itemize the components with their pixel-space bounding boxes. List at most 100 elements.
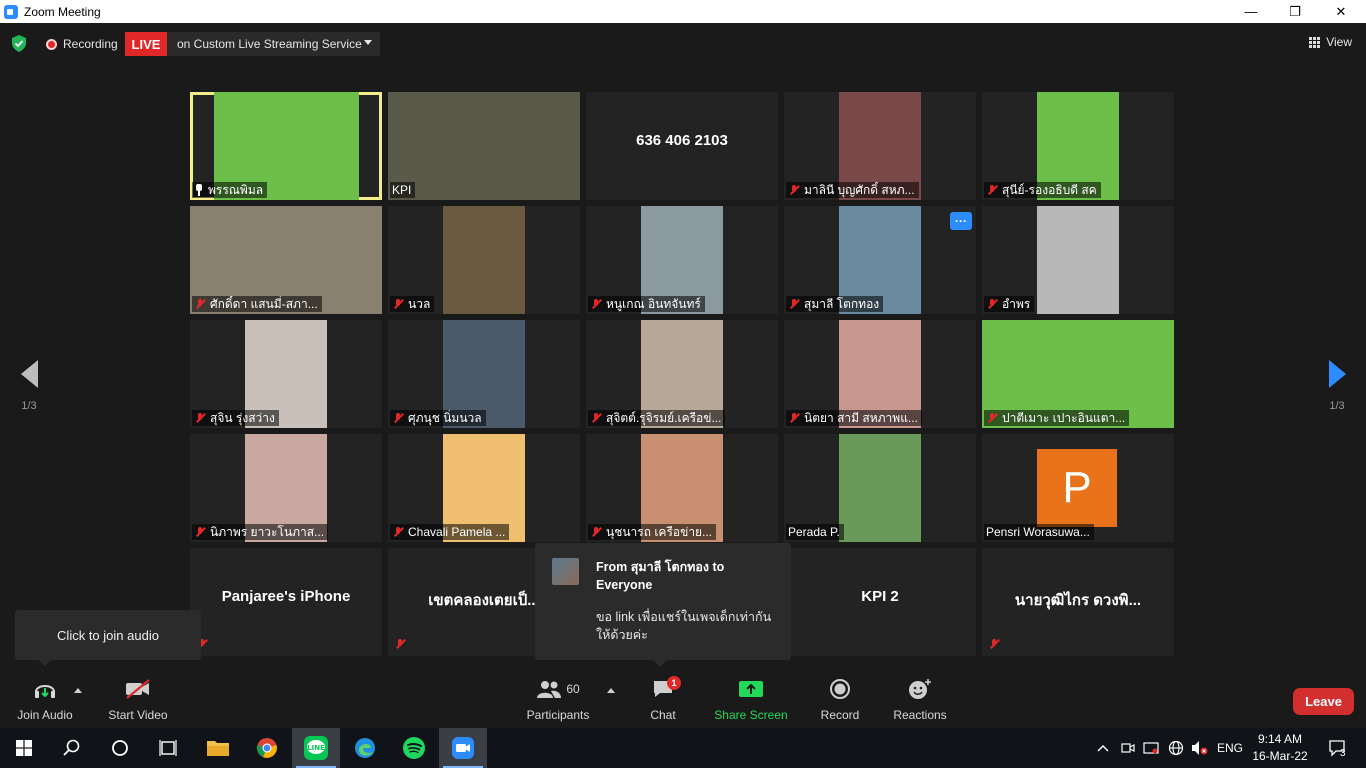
participant-tile[interactable]: นวล [388, 206, 580, 314]
join-audio-button[interactable]: Join Audio [10, 676, 80, 726]
participant-tile[interactable]: หนูเกณ อินทจันทร์ [586, 206, 778, 314]
participant-name-label: สุจิตต์.รุจิรมย์.เครือข่... [588, 410, 726, 426]
language-indicator[interactable]: ENG [1214, 728, 1246, 768]
mic-muted-icon [986, 298, 998, 310]
line-app-icon[interactable]: LINE [292, 728, 340, 768]
view-button[interactable]: View [1309, 35, 1352, 49]
participant-name: ศุภนุช นิ่มนวล [408, 410, 482, 425]
mic-muted-icon [392, 298, 404, 310]
mic-muted-icon [986, 184, 998, 196]
participant-tile[interactable]: นายวุฒิไกร ดวงพิ... [982, 548, 1174, 656]
participant-tile[interactable]: ศุภนุช นิ่มนวล [388, 320, 580, 428]
mic-muted-icon [590, 526, 602, 538]
participant-name: Pensri Worasuwa... [986, 525, 1090, 539]
participant-tile[interactable]: สุนีย์-รองอธิบดี สค [982, 92, 1174, 200]
participant-tile[interactable]: Chavali Pamela ... [388, 434, 580, 542]
video-feed [839, 434, 921, 542]
headphones-icon [10, 676, 80, 702]
volume-muted-icon[interactable] [1190, 728, 1210, 768]
cortana-icon[interactable] [96, 728, 144, 768]
participant-tile[interactable]: นิตยา สามี สหภาพแ... [784, 320, 976, 428]
title-bar: Zoom Meeting — ❐ ✕ [0, 0, 1366, 23]
recording-indicator[interactable]: Recording [46, 37, 118, 51]
tray-device-icon[interactable] [1142, 728, 1160, 768]
video-off-icon [103, 676, 173, 702]
participant-tile[interactable]: P Pensri Worasuwa... [982, 434, 1174, 542]
participant-name: ปาตีเมาะ เปาะอินแตา... [1002, 410, 1126, 425]
participant-name: นวล [408, 296, 431, 311]
windows-taskbar: LINE ENG 9:14 AM 16-Mar-22 3 [0, 728, 1366, 768]
maximize-button[interactable]: ❐ [1272, 0, 1318, 23]
participants-icon [537, 681, 562, 698]
audio-options-caret[interactable] [74, 688, 82, 693]
task-view-icon[interactable] [144, 728, 192, 768]
mic-muted-icon [194, 298, 206, 310]
close-button[interactable]: ✕ [1318, 0, 1364, 23]
record-dot-icon [46, 38, 57, 50]
participant-tile[interactable]: Perada P. [784, 434, 976, 542]
join-audio-label: Join Audio [17, 708, 73, 722]
participant-tile[interactable]: สุจิน รุ่งสว่าง [190, 320, 382, 428]
participant-tile[interactable]: นุชนารถ เครือข่าย... [586, 434, 778, 542]
shield-icon[interactable] [11, 35, 27, 52]
page-indicator-left: 1/3 [21, 400, 37, 412]
next-page-button[interactable]: 1/3 [1322, 360, 1352, 412]
meeting-top-bar: Recording LIVE on Custom Live Streaming … [0, 23, 1366, 63]
file-explorer-icon[interactable] [194, 728, 242, 768]
participant-name-label: ศุภนุช นิ่มนวล [390, 410, 486, 426]
windows-start-icon[interactable] [0, 728, 48, 768]
tray-meet-icon[interactable] [1119, 728, 1137, 768]
network-globe-icon[interactable] [1166, 728, 1186, 768]
chat-badge: 1 [667, 676, 681, 690]
notifications-button[interactable]: 3 [1320, 728, 1356, 768]
chat-notification[interactable]: From สุมาลี โตกทอง to Everyone ขอ link เ… [535, 543, 791, 667]
live-badge[interactable]: LIVE [125, 32, 167, 56]
page-indicator-right: 1/3 [1329, 400, 1345, 412]
participant-tile[interactable]: 636 406 2103 [586, 92, 778, 200]
participants-options-caret[interactable] [607, 688, 615, 693]
record-button[interactable]: Record [810, 676, 870, 726]
spotify-icon[interactable] [390, 728, 438, 768]
participant-name: พรรณพิมล [208, 182, 264, 197]
participant-name: Perada P. [788, 525, 840, 539]
mic-muted-icon [590, 298, 602, 310]
participant-tile[interactable]: พรรณพิมล [190, 92, 382, 200]
leave-button[interactable]: Leave [1293, 688, 1354, 715]
reactions-button[interactable]: Reactions [890, 676, 950, 726]
edge-icon[interactable] [341, 728, 389, 768]
start-video-button[interactable]: Start Video [103, 676, 173, 726]
participant-tile[interactable]: KPI 2 [784, 548, 976, 656]
participant-tile[interactable]: Panjaree's iPhone [190, 548, 382, 656]
zoom-taskbar-icon[interactable] [439, 728, 487, 768]
taskbar-clock[interactable]: 9:14 AM 16-Mar-22 [1250, 731, 1310, 765]
participant-name: นุชนารถ เครือข่าย... [606, 524, 713, 539]
tile-more-options-button[interactable]: ··· [950, 212, 972, 230]
mic-muted-icon [194, 526, 206, 538]
participant-tile[interactable]: นิภาพร ยาวะโนภาส... [190, 434, 382, 542]
participant-tile[interactable]: KPI [388, 92, 580, 200]
mic-muted-icon [392, 412, 404, 424]
share-screen-button[interactable]: Share Screen [711, 676, 791, 726]
participant-name-label: สุมาลี โตกทอง [786, 296, 884, 312]
chrome-icon[interactable] [243, 728, 291, 768]
participant-tile[interactable]: สุจิตต์.รุจิรมย์.เครือข่... [586, 320, 778, 428]
clock-date: 16-Mar-22 [1252, 749, 1308, 763]
mic-muted-icon [194, 412, 206, 424]
caret-down-icon [364, 40, 372, 45]
minimize-button[interactable]: — [1228, 0, 1274, 23]
participant-tile[interactable]: อำพร [982, 206, 1174, 314]
participants-count: 60 [566, 682, 580, 696]
participant-name: ศักดิ์ดา แสนมี่-สภา... [210, 296, 318, 311]
participant-tile[interactable]: ปาตีเมาะ เปาะอินแตา... [982, 320, 1174, 428]
search-icon[interactable] [48, 728, 96, 768]
smiley-icon [890, 676, 950, 702]
participant-tile[interactable]: สุมาลี โตกทอง ··· [784, 206, 976, 314]
participant-name-label: นิตยา สามี สหภาพแ... [786, 410, 922, 426]
tray-chevron-up-icon[interactable] [1094, 728, 1112, 768]
live-service-dropdown[interactable]: on Custom Live Streaming Service [167, 32, 380, 56]
chat-button[interactable]: 1 Chat [633, 676, 693, 726]
participant-tile[interactable]: มาลินี บุญศักดิ์ สหภ... [784, 92, 976, 200]
participant-tile[interactable]: ศักดิ์ดา แสนมี่-สภา... [190, 206, 382, 314]
participants-button[interactable]: 60 Participants [523, 676, 593, 726]
previous-page-button[interactable]: 1/3 [14, 360, 44, 412]
